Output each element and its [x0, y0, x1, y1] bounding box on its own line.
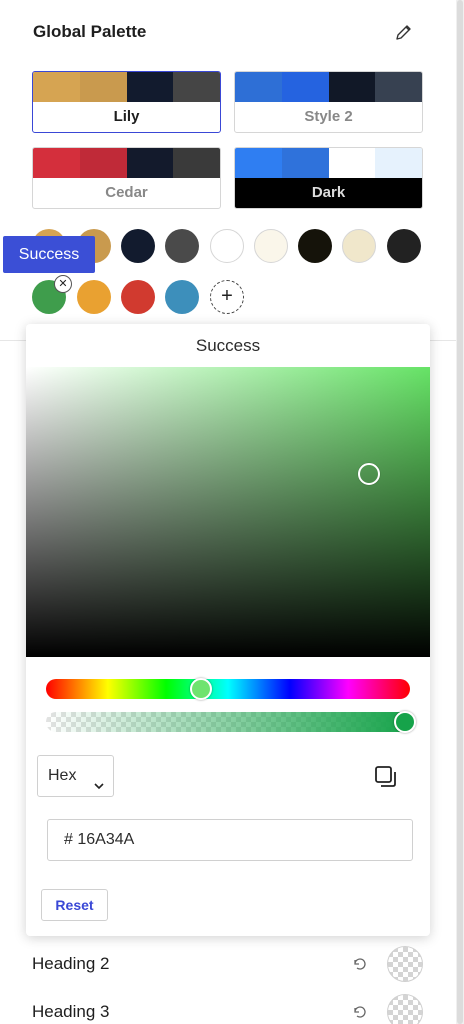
scrollbar[interactable]: [456, 0, 464, 1024]
palette-color: [173, 72, 220, 102]
palette-card-cedar[interactable]: Cedar: [32, 147, 221, 209]
palette-color: [173, 148, 220, 178]
swatch-color-9[interactable]: [387, 229, 421, 263]
palette-color: [126, 148, 174, 178]
palette-card-lily[interactable]: Lily: [32, 71, 221, 133]
heading-3-row: Heading 3: [32, 992, 424, 1024]
palette-color: [281, 148, 329, 178]
palette-color: [375, 72, 422, 102]
row-label: Heading 3: [32, 1002, 110, 1021]
header: Global Palette: [33, 20, 418, 44]
palette-color: [33, 72, 80, 102]
palette-swatches: [235, 72, 422, 102]
scrollbar-thumb[interactable]: [457, 0, 463, 1024]
heading-2-row: Heading 2: [32, 944, 424, 984]
palette-color: [235, 72, 282, 102]
swatch-color-5[interactable]: [210, 229, 244, 263]
palette-color: [79, 148, 127, 178]
palette-name: Cedar: [105, 184, 148, 201]
tooltip: Success: [3, 236, 95, 273]
color-swatch-transparent[interactable]: [387, 994, 423, 1024]
undo-icon[interactable]: [351, 1004, 367, 1020]
remove-color-icon[interactable]: ✕: [54, 275, 72, 293]
palette-color: [235, 148, 282, 178]
palette-color: [126, 72, 174, 102]
hex-input[interactable]: # 16A34A: [47, 819, 413, 861]
palette-color: [281, 72, 329, 102]
color-swatch-transparent[interactable]: [387, 946, 423, 982]
swatch-color-13[interactable]: [165, 280, 199, 314]
alpha-slider[interactable]: [46, 712, 410, 732]
copy-icon[interactable]: [373, 764, 399, 790]
undo-icon[interactable]: [351, 956, 367, 972]
palette-color: [328, 148, 376, 178]
reset-button[interactable]: Reset: [41, 889, 108, 921]
chevron-down-icon: [92, 769, 106, 790]
palette-card-style-2[interactable]: Style 2: [234, 71, 423, 133]
palette-name: Dark: [235, 178, 422, 208]
palette-color: [79, 72, 127, 102]
format-select[interactable]: Hex: [37, 755, 114, 797]
swatch-color-6[interactable]: [254, 229, 288, 263]
picker-title: Success: [195, 336, 261, 355]
palette-swatches: [235, 148, 422, 178]
add-color-button[interactable]: +: [210, 280, 244, 314]
palette-color: [328, 72, 376, 102]
format-value: Hex: [48, 767, 77, 784]
saturation-handle[interactable]: [358, 463, 380, 485]
palette-name: Lily: [113, 108, 140, 125]
swatch-color-11[interactable]: [77, 280, 111, 314]
palette-color: [33, 148, 80, 178]
swatch-color-8[interactable]: [342, 229, 376, 263]
saturation-area[interactable]: [26, 367, 430, 657]
row-label: Heading 2: [32, 954, 110, 973]
hue-slider[interactable]: [46, 679, 410, 699]
alpha-handle[interactable]: [394, 711, 416, 733]
plus-icon: +: [221, 285, 233, 307]
pencil-icon[interactable]: [394, 22, 414, 42]
palette-name: Style 2: [304, 108, 353, 125]
page-title: Global Palette: [33, 22, 147, 41]
swatch-color-12[interactable]: [121, 280, 155, 314]
swatch-color-7[interactable]: [298, 229, 332, 263]
swatch-color-4[interactable]: [165, 229, 199, 263]
color-picker-popover: Success Hex # 16A34A Reset: [26, 324, 430, 936]
palette-swatches: [33, 148, 220, 178]
hue-handle[interactable]: [190, 678, 212, 700]
palette-swatches: [33, 72, 220, 102]
palette-card-dark[interactable]: Dark: [234, 147, 423, 209]
palette-color: [375, 148, 422, 178]
swatch-color-3[interactable]: [121, 229, 155, 263]
